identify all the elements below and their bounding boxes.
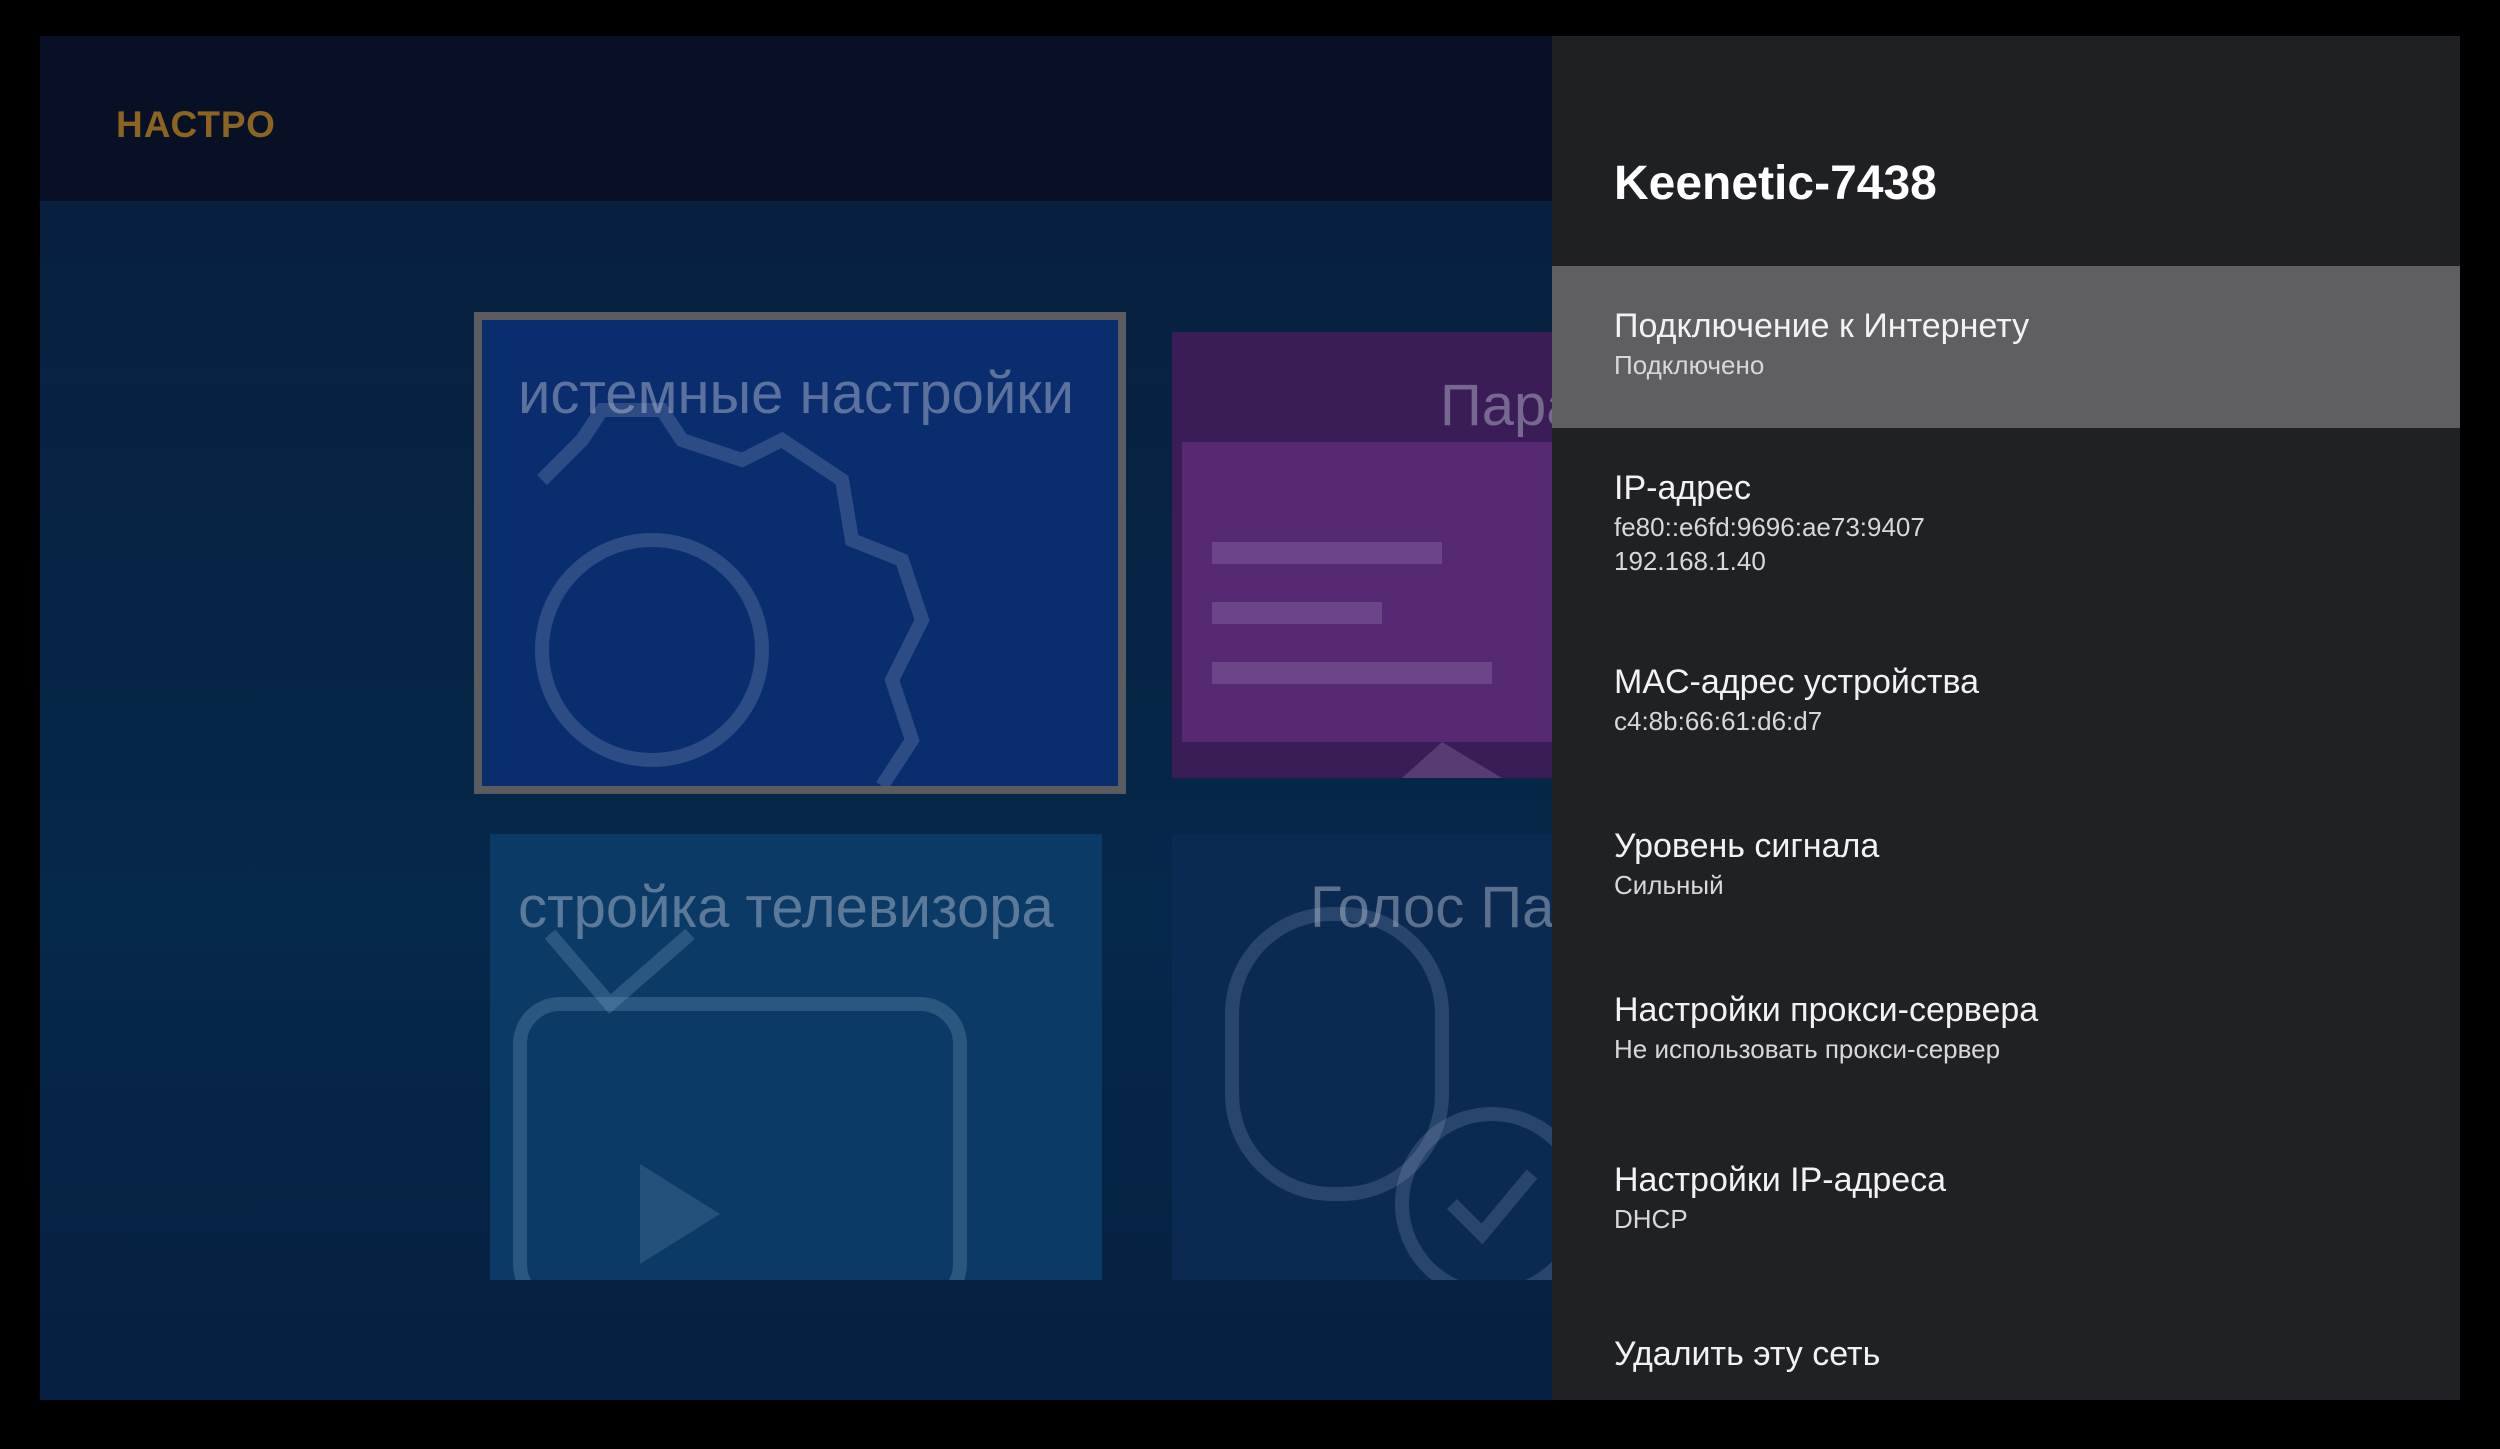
item-title: Удалить эту сеть bbox=[1614, 1335, 1881, 1373]
item-title: Настройки прокси-сервера bbox=[1614, 991, 2039, 1029]
tile-system-settings-label: истемные настройки bbox=[518, 361, 1075, 426]
item-subtitle: fe80::e6fd:9696:ae73:9407 bbox=[1614, 512, 1925, 542]
tile-voice-label: Голос Па bbox=[1310, 875, 1555, 940]
mac-address-item[interactable]: MAC-адрес устройства c4:8b:66:61:d6:d7 bbox=[1552, 628, 2460, 792]
item-title: Уровень сигнала bbox=[1614, 827, 1880, 865]
proxy-settings-item[interactable]: Настройки прокси-сервера Не использовать… bbox=[1552, 958, 2460, 1128]
page-title: НАСТРО bbox=[116, 104, 276, 145]
item-title: IP-адрес bbox=[1614, 469, 1752, 507]
item-subtitle: Не использовать прокси-сервер bbox=[1614, 1034, 2001, 1064]
item-subtitle: Подключено bbox=[1614, 350, 1765, 380]
tile-parameters[interactable]: Пара bbox=[1172, 332, 1592, 778]
item-subtitle: DHCP bbox=[1614, 1204, 1688, 1234]
network-name: Keenetic-7438 bbox=[1614, 157, 1937, 210]
tv-screen: НАСТРО истемные настройки Пара стройка т… bbox=[40, 36, 2460, 1400]
tile-tv-settings-label: стройка телевизора bbox=[518, 875, 1054, 940]
tile-voice[interactable]: Голос Па bbox=[1172, 834, 1592, 1280]
ip-settings-item[interactable]: Настройки IP-адреса DHCP bbox=[1552, 1128, 2460, 1300]
item-subtitle: Сильный bbox=[1614, 870, 1724, 900]
signal-strength-item[interactable]: Уровень сигнала Сильный bbox=[1552, 792, 2460, 958]
tile-system-settings[interactable]: истемные настройки bbox=[474, 312, 1126, 794]
item-title: Подключение к Интернету bbox=[1614, 307, 2030, 345]
internet-connection-item[interactable]: Подключение к Интернету Подключено bbox=[1552, 266, 2460, 428]
item-title: Настройки IP-адреса bbox=[1614, 1161, 1947, 1199]
item-subtitle-2: 192.168.1.40 bbox=[1614, 546, 1766, 576]
forget-network-item[interactable]: Удалить эту сеть bbox=[1552, 1300, 2460, 1400]
item-title: MAC-адрес устройства bbox=[1614, 663, 1980, 701]
tile-tv-settings[interactable]: стройка телевизора bbox=[490, 834, 1102, 1280]
network-details-panel: Keenetic-7438 Подключение к Интернету По… bbox=[1552, 36, 2460, 1400]
item-subtitle: c4:8b:66:61:d6:d7 bbox=[1614, 706, 1823, 736]
ip-address-item[interactable]: IP-адрес fe80::e6fd:9696:ae73:9407 192.1… bbox=[1552, 428, 2460, 628]
panel-header: Keenetic-7438 bbox=[1552, 36, 2460, 266]
